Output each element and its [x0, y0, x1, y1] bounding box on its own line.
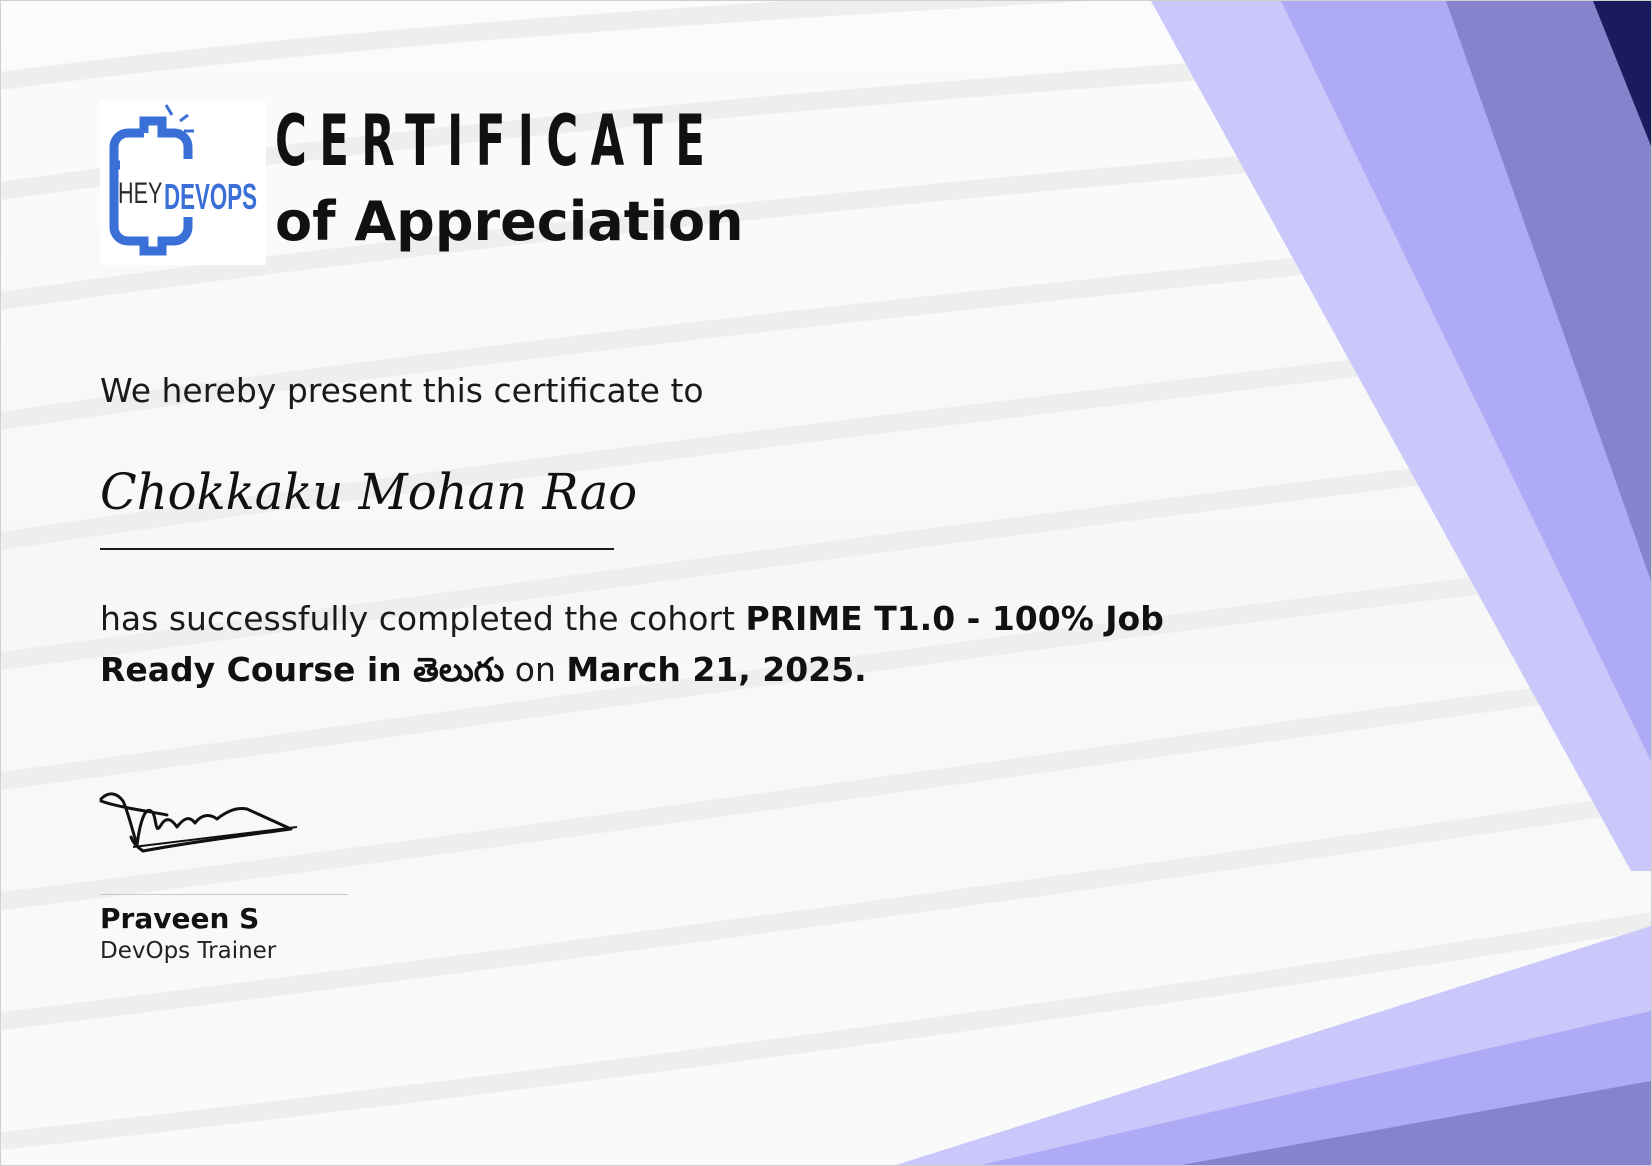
completion-date: March 21, 2025.: [566, 650, 867, 689]
signature-line: [100, 894, 348, 895]
completion-prefix: has successfully completed the cohort: [100, 599, 746, 638]
signer-name: Praveen S: [100, 902, 260, 935]
recipient-name: Chokkaku Mohan Rao: [100, 463, 638, 521]
trainer-signature: [99, 792, 298, 853]
certificate-subtitle: of Appreciation: [275, 190, 744, 253]
logo-text-devops: DEVOPS: [164, 178, 257, 218]
heydevops-logo: HEY DEVOPS: [100, 101, 266, 265]
presentation-text: We hereby present this certificate to: [100, 371, 704, 410]
completion-statement: has successfully completed the cohort PR…: [100, 593, 1260, 695]
certificate-title: CERTIFICATE: [275, 100, 718, 182]
completion-middle: on: [504, 650, 567, 689]
logo-text-hey: HEY: [118, 175, 162, 209]
signer-role: DevOps Trainer: [100, 938, 277, 964]
certificate: HEY DEVOPS CERTIFICATE of Appreciation W…: [0, 0, 1652, 1166]
recipient-underline: [100, 548, 614, 550]
